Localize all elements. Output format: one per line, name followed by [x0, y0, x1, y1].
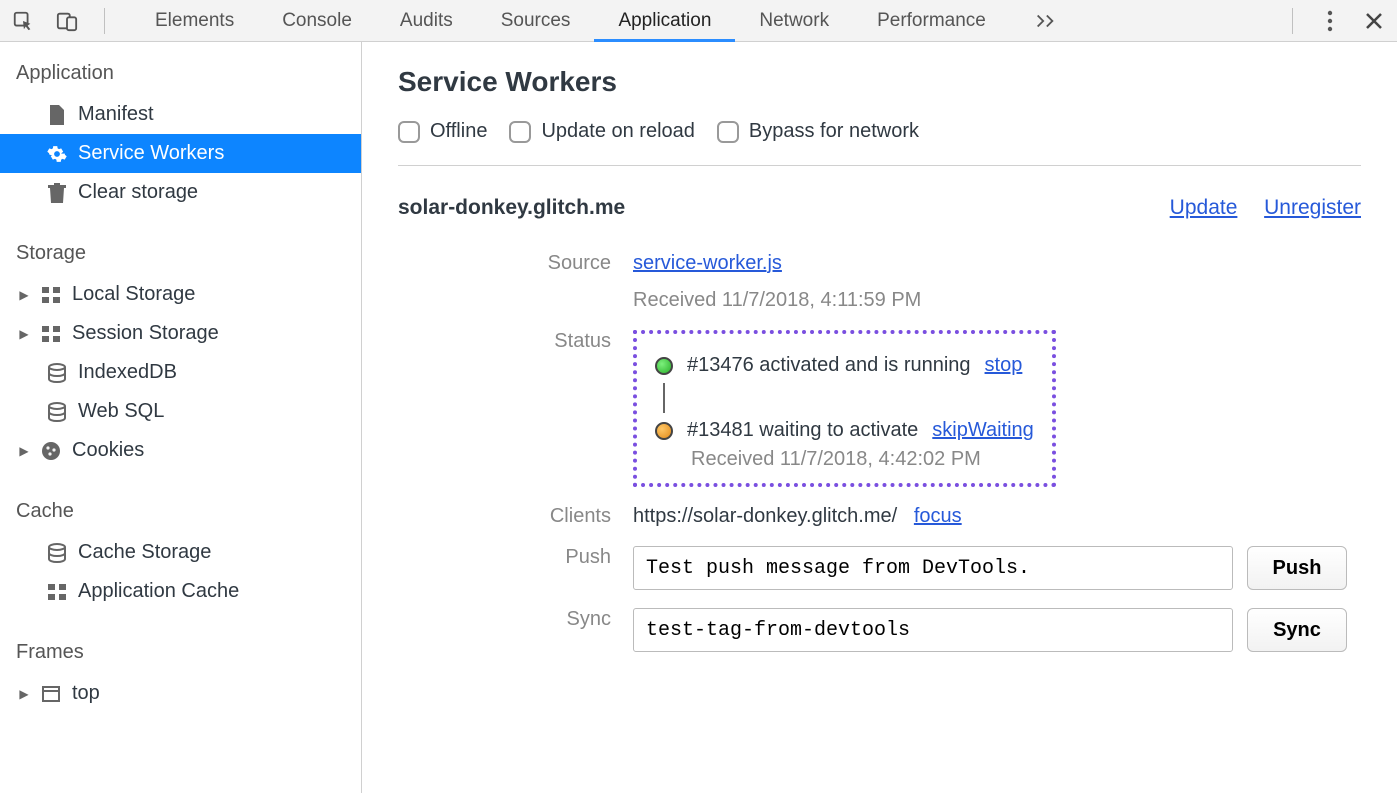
- chevron-right-icon: ▶: [18, 444, 30, 458]
- inspect-icon[interactable]: [10, 8, 36, 34]
- divider: [104, 8, 105, 34]
- tab-elements[interactable]: Elements: [131, 0, 258, 41]
- sidebar-item-session-storage[interactable]: ▶ Session Storage: [0, 314, 361, 353]
- sidebar-item-app-cache[interactable]: Application Cache: [0, 572, 361, 611]
- grid-icon: [40, 287, 62, 303]
- sidebar-item-label: Service Workers: [78, 142, 224, 165]
- tab-network[interactable]: Network: [735, 0, 853, 41]
- db-icon: [46, 363, 68, 383]
- label-clients: Clients: [398, 499, 633, 528]
- db-icon: [46, 402, 68, 422]
- section-title-cache: Cache: [0, 490, 361, 533]
- sidebar-item-label: Manifest: [78, 103, 154, 126]
- cookie-icon: [40, 441, 62, 461]
- db-icon: [46, 543, 68, 563]
- label-status: Status: [398, 324, 633, 487]
- status-waiting-received: Received 11/7/2018, 4:42:02 PM: [691, 448, 1034, 471]
- label-sync: Sync: [398, 602, 633, 652]
- checkbox-icon: [509, 121, 531, 143]
- page-title: Service Workers: [398, 66, 1361, 98]
- file-icon: [46, 105, 68, 125]
- checkbox-label: Bypass for network: [749, 120, 919, 143]
- source-received: Received 11/7/2018, 4:11:59 PM: [633, 289, 1361, 312]
- push-button[interactable]: Push: [1247, 546, 1347, 590]
- sidebar-item-manifest[interactable]: Manifest: [0, 95, 361, 134]
- grid-icon: [46, 584, 68, 600]
- checkbox-label: Update on reload: [541, 120, 694, 143]
- tab-overflow[interactable]: [1010, 0, 1080, 41]
- update-link[interactable]: Update: [1170, 196, 1238, 219]
- status-connector: [663, 383, 1034, 413]
- sidebar-item-label: IndexedDB: [78, 361, 177, 384]
- unregister-link[interactable]: Unregister: [1264, 196, 1361, 219]
- status-dot-waiting-icon: [655, 422, 673, 440]
- sidebar-item-service-workers[interactable]: Service Workers: [0, 134, 361, 173]
- checkbox-label: Offline: [430, 120, 487, 143]
- label-push: Push: [398, 540, 633, 590]
- client-url: https://solar-donkey.glitch.me/: [633, 505, 897, 527]
- trash-icon: [46, 183, 68, 203]
- sidebar-item-cookies[interactable]: ▶ Cookies: [0, 431, 361, 470]
- label-source: Source: [398, 246, 633, 312]
- tab-console[interactable]: Console: [258, 0, 376, 41]
- sidebar-item-websql[interactable]: Web SQL: [0, 392, 361, 431]
- checkbox-icon: [398, 121, 420, 143]
- section-title-application: Application: [0, 52, 361, 95]
- sidebar-item-clear-storage[interactable]: Clear storage: [0, 173, 361, 212]
- status-active-text: #13476 activated and is running: [687, 354, 971, 377]
- checkbox-icon: [717, 121, 739, 143]
- section-title-frames: Frames: [0, 631, 361, 674]
- device-icon[interactable]: [54, 8, 80, 34]
- update-on-reload-checkbox[interactable]: Update on reload: [509, 120, 694, 143]
- options-row: Offline Update on reload Bypass for netw…: [398, 120, 1361, 166]
- stop-link[interactable]: stop: [985, 354, 1023, 377]
- status-dot-active-icon: [655, 357, 673, 375]
- sidebar: Application Manifest Service Workers Cle…: [0, 42, 362, 793]
- chevron-right-icon: ▶: [18, 327, 30, 341]
- sidebar-item-top-frame[interactable]: ▶ top: [0, 674, 361, 713]
- content-panel: Service Workers Offline Update on reload…: [362, 42, 1397, 793]
- sidebar-item-label: Session Storage: [72, 322, 219, 345]
- chevron-right-icon: ▶: [18, 288, 30, 302]
- origin-label: solar-donkey.glitch.me: [398, 196, 1148, 220]
- sidebar-item-label: Clear storage: [78, 181, 198, 204]
- divider: [1292, 8, 1293, 34]
- close-icon[interactable]: [1361, 8, 1387, 34]
- gear-icon: [46, 144, 68, 164]
- sidebar-item-label: Application Cache: [78, 580, 239, 603]
- sidebar-item-cache-storage[interactable]: Cache Storage: [0, 533, 361, 572]
- push-input[interactable]: [633, 546, 1233, 590]
- tabs: Elements Console Audits Sources Applicat…: [131, 0, 1286, 41]
- sidebar-item-label: Cache Storage: [78, 541, 211, 564]
- origin-row: solar-donkey.glitch.me Update Unregister: [398, 186, 1361, 240]
- sidebar-item-label: top: [72, 682, 100, 705]
- tab-performance[interactable]: Performance: [853, 0, 1010, 41]
- status-highlight-box: #13476 activated and is running stop #13…: [633, 330, 1056, 487]
- skipwaiting-link[interactable]: skipWaiting: [932, 419, 1034, 442]
- tab-audits[interactable]: Audits: [376, 0, 477, 41]
- section-title-storage: Storage: [0, 232, 361, 275]
- kebab-icon[interactable]: [1317, 8, 1343, 34]
- bypass-checkbox[interactable]: Bypass for network: [717, 120, 919, 143]
- sync-input[interactable]: [633, 608, 1233, 652]
- tab-sources[interactable]: Sources: [477, 0, 595, 41]
- grid-icon: [40, 326, 62, 342]
- status-waiting-text: #13481 waiting to activate: [687, 419, 918, 442]
- source-link[interactable]: service-worker.js: [633, 252, 782, 274]
- sidebar-item-label: Cookies: [72, 439, 144, 462]
- sync-button[interactable]: Sync: [1247, 608, 1347, 652]
- chevron-right-icon: ▶: [18, 687, 30, 701]
- offline-checkbox[interactable]: Offline: [398, 120, 487, 143]
- tab-application[interactable]: Application: [594, 0, 735, 41]
- sidebar-item-indexeddb[interactable]: IndexedDB: [0, 353, 361, 392]
- sidebar-item-local-storage[interactable]: ▶ Local Storage: [0, 275, 361, 314]
- devtools-toolbar: Elements Console Audits Sources Applicat…: [0, 0, 1397, 42]
- focus-link[interactable]: focus: [914, 505, 962, 527]
- frame-icon: [40, 686, 62, 702]
- sidebar-item-label: Web SQL: [78, 400, 164, 423]
- sidebar-item-label: Local Storage: [72, 283, 195, 306]
